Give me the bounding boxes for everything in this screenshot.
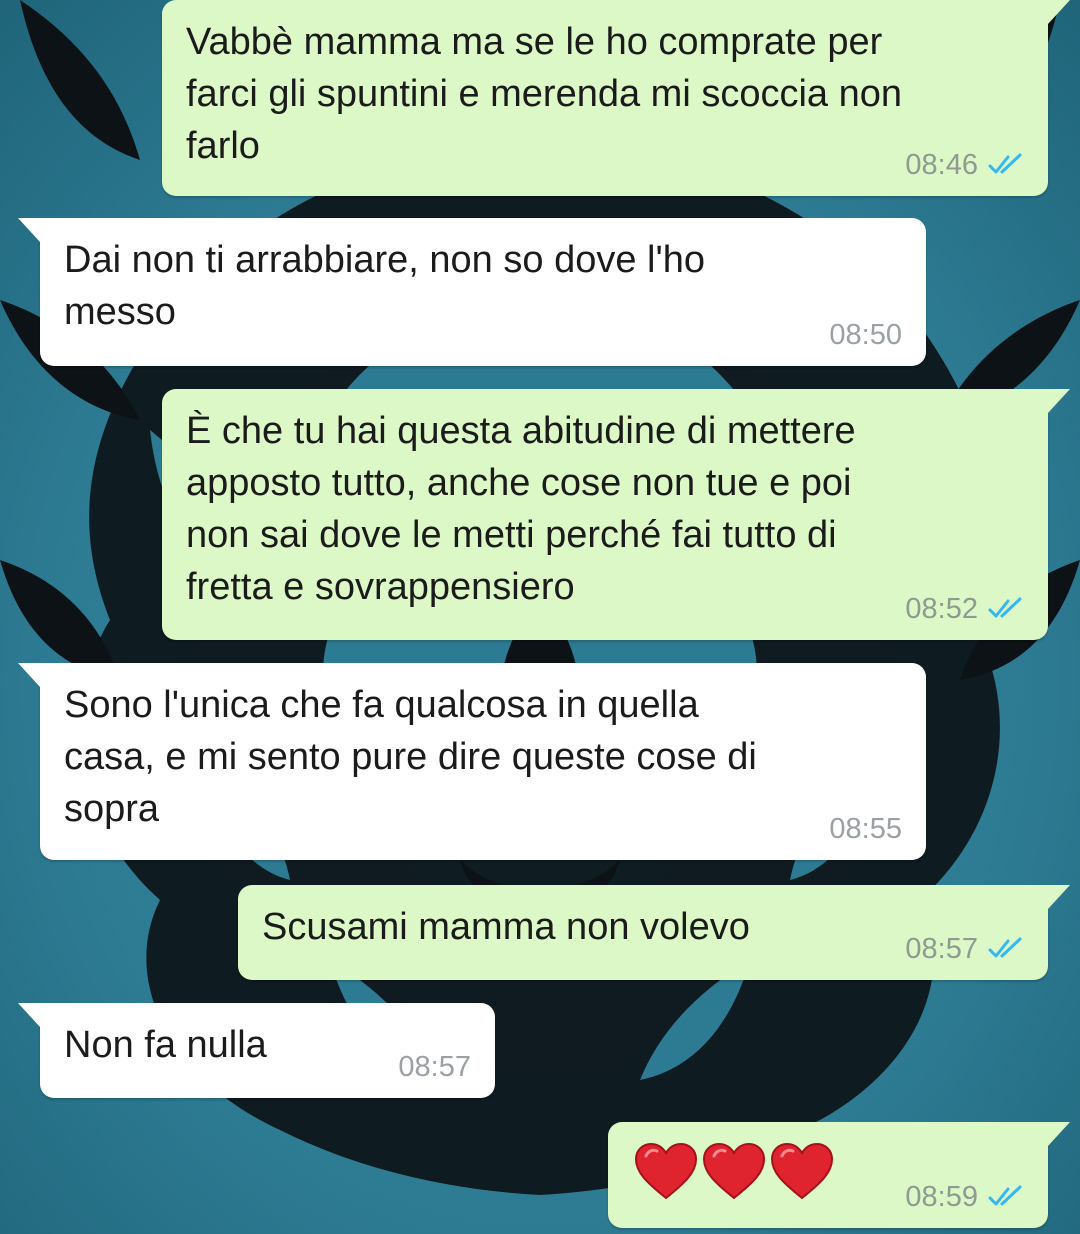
message-timestamp: 08:57 <box>905 933 978 965</box>
message-meta: 08:57 <box>398 1050 471 1084</box>
message-outgoing[interactable]: Vabbè mamma ma se le ho comprate per far… <box>162 0 1070 196</box>
chat-thread: Vabbè mamma ma se le ho comprate per far… <box>0 0 1080 1234</box>
message-incoming[interactable]: Non fa nulla 08:57 <box>18 1003 495 1098</box>
red-heart-icon <box>634 1142 698 1200</box>
message-timestamp: 08:55 <box>829 813 902 845</box>
message-text: Non fa nulla <box>64 1024 267 1066</box>
message-timestamp: 08:57 <box>398 1051 471 1083</box>
message-text: Vabbè mamma ma se le ho comprate per far… <box>186 21 903 167</box>
double-check-icon <box>988 937 1022 958</box>
message-timestamp: 08:52 <box>905 593 978 625</box>
message-timestamp: 08:59 <box>905 1181 978 1213</box>
message-incoming[interactable]: Dai non ti arrabbiare, non so dove l'ho … <box>18 218 926 366</box>
message-timestamp: 08:46 <box>905 149 978 181</box>
message-outgoing[interactable]: È che tu hai questa abitudine di mettere… <box>162 389 1070 640</box>
message-text: Sono l'unica che fa qualcosa in quella c… <box>64 684 757 830</box>
message-meta: 08:52 <box>905 592 1024 626</box>
double-check-icon <box>988 153 1022 174</box>
red-heart-icon <box>702 1142 766 1200</box>
message-text: È che tu hai questa abitudine di mettere… <box>186 410 856 608</box>
message-meta: 08:57 <box>905 932 1024 966</box>
message-meta: 08:50 <box>829 318 902 352</box>
double-check-icon <box>988 597 1022 618</box>
double-check-icon <box>988 1185 1022 1206</box>
red-heart-icon <box>770 1142 834 1200</box>
message-text: Scusami mamma non volevo <box>262 906 750 948</box>
message-meta: 08:46 <box>905 148 1024 182</box>
message-timestamp: 08:50 <box>829 319 902 351</box>
emoji-row <box>634 1142 834 1202</box>
message-outgoing-emoji[interactable]: 08:59 <box>608 1122 1070 1228</box>
message-incoming[interactable]: Sono l'unica che fa qualcosa in quella c… <box>18 663 926 860</box>
message-text: Dai non ti arrabbiare, non so dove l'ho … <box>64 239 705 333</box>
message-meta: 08:59 <box>905 1180 1024 1214</box>
message-meta: 08:55 <box>829 812 902 846</box>
message-outgoing[interactable]: Scusami mamma non volevo 08:57 <box>238 885 1070 980</box>
